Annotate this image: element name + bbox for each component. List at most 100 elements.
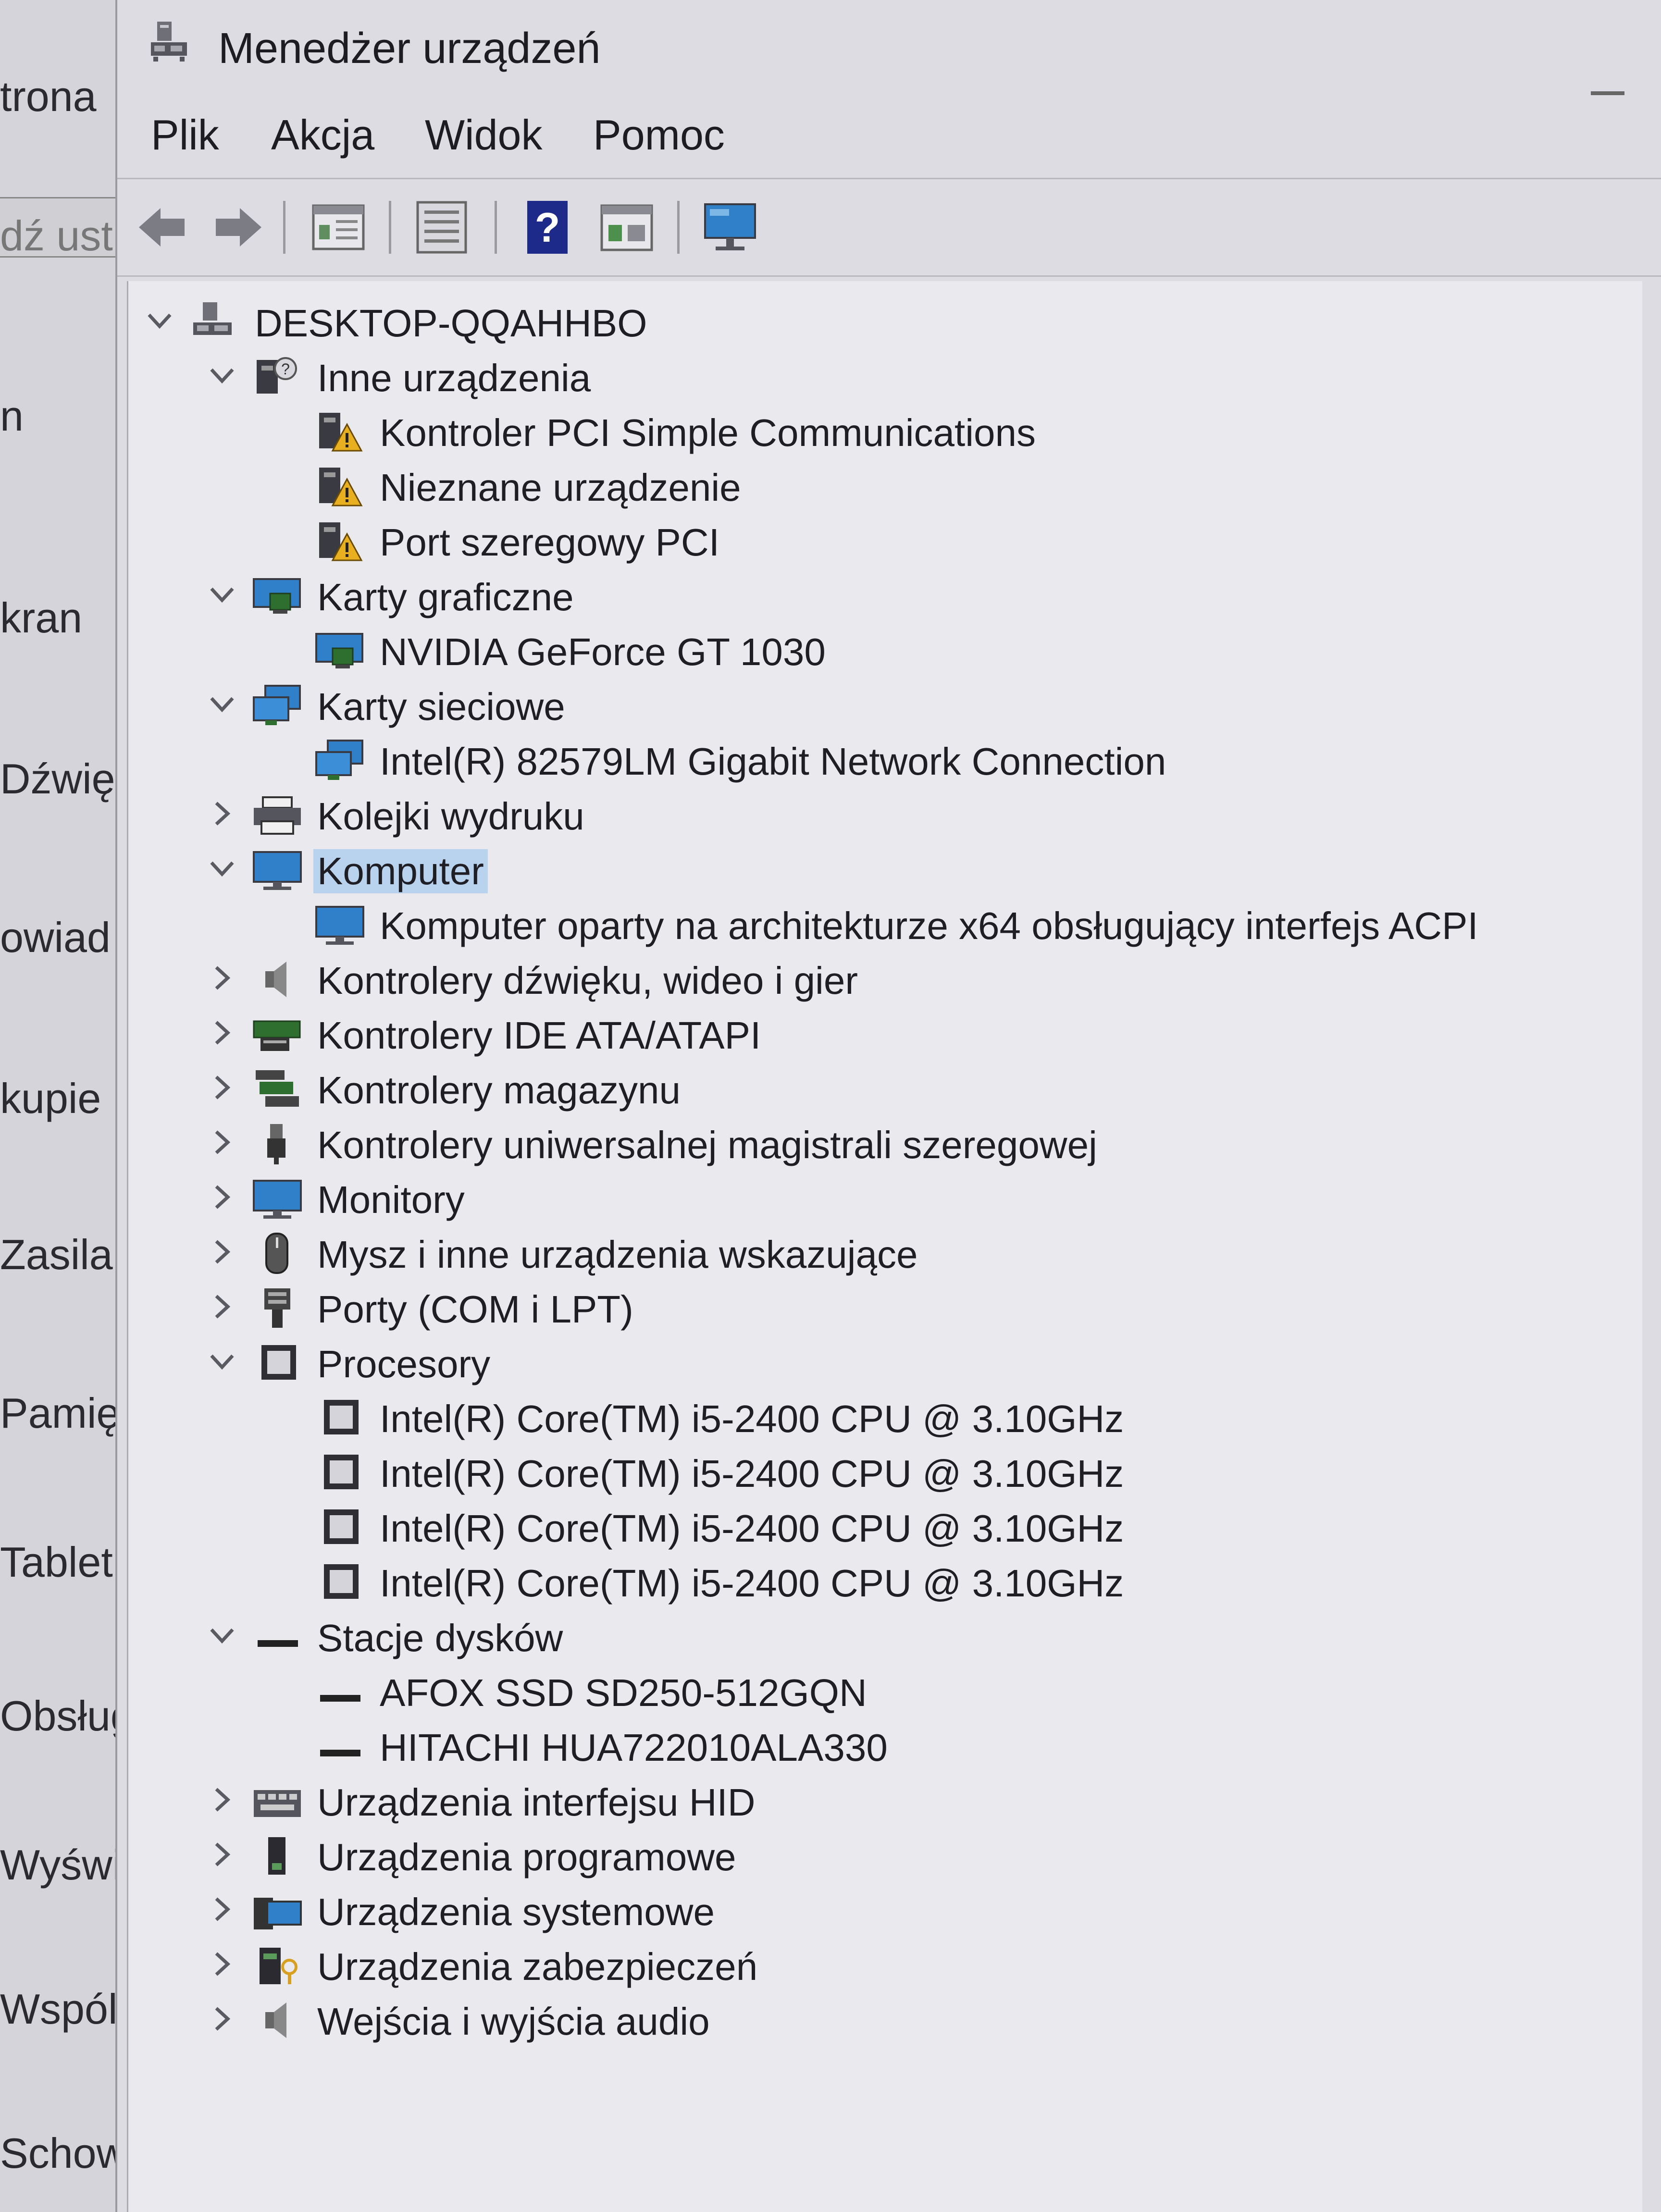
tree-category-procesory[interactable]: Procesory <box>128 1336 1618 1389</box>
chevron-right-icon[interactable] <box>208 1128 236 1157</box>
chevron-right-icon[interactable] <box>208 1785 236 1814</box>
tree-category-karty-sieciowe[interactable]: Karty sieciowe <box>128 679 1618 732</box>
tree-root-label[interactable]: DESKTOP-QQAHHBO <box>251 301 651 346</box>
chevron-down-icon[interactable] <box>208 1621 236 1650</box>
tree-device-label[interactable]: Nieznane urządzenie <box>376 466 745 510</box>
tree-device-item[interactable]: Intel(R) Core(TM) i5-2400 CPU @ 3.10GHz <box>128 1391 1618 1444</box>
tree-device-label[interactable]: Komputer oparty na architekturze x64 obs… <box>376 904 1482 948</box>
tree-category-label[interactable]: Mysz i inne urządzenia wskazujące <box>313 1233 921 1277</box>
tree-device-item[interactable]: NVIDIA GeForce GT 1030 <box>128 624 1618 677</box>
tree-category-urz-dzenia-zabezpiecze[interactable]: Urządzenia zabezpieczeń <box>128 1939 1618 1992</box>
tree-category-label[interactable]: Kolejki wydruku <box>313 794 588 839</box>
tree-device-item[interactable]: Intel(R) Core(TM) i5-2400 CPU @ 3.10GHz <box>128 1556 1618 1608</box>
chevron-down-icon[interactable] <box>208 854 236 883</box>
tree-category-kolejki-wydruku[interactable]: Kolejki wydruku <box>128 789 1618 841</box>
menu-akcja[interactable]: Akcja <box>271 111 374 160</box>
chevron-right-icon[interactable] <box>208 964 236 992</box>
chevron-down-icon[interactable] <box>208 580 236 609</box>
tree-category-karty-graficzne[interactable]: Karty graficzne <box>128 569 1618 622</box>
chevron-right-icon[interactable] <box>208 1237 236 1266</box>
update-driver-icon[interactable] <box>413 198 471 256</box>
tree-device-label[interactable]: Kontroler PCI Simple Communications <box>376 411 1040 455</box>
tree-device-label[interactable]: AFOX SSD SD250-512GQN <box>376 1671 871 1715</box>
bg-label-12[interactable]: Wspól <box>0 1985 118 2034</box>
tree-category-label[interactable]: Urządzenia systemowe <box>313 1890 719 1934</box>
bg-label-8[interactable]: Pamięć <box>0 1389 120 1438</box>
tree-category-kontrolery-magazynu[interactable]: Kontrolery magazynu <box>128 1063 1618 1115</box>
menu-widok[interactable]: Widok <box>425 111 543 160</box>
tree-category-label[interactable]: Karty sieciowe <box>313 685 569 729</box>
bg-label-1[interactable]: dź ust <box>0 211 113 260</box>
chevron-right-icon[interactable] <box>208 799 236 828</box>
properties-window-icon[interactable] <box>310 198 367 256</box>
tree-device-item[interactable]: Kontroler PCI Simple Communications <box>128 405 1618 458</box>
tree-category-label[interactable]: Kontrolery IDE ATA/ATAPI <box>313 1013 765 1058</box>
tree-category-label[interactable]: Kontrolery magazynu <box>313 1068 684 1112</box>
menu-pomoc[interactable]: Pomoc <box>593 111 725 160</box>
tree-device-label[interactable]: Intel(R) Core(TM) i5-2400 CPU @ 3.10GHz <box>376 1397 1128 1441</box>
chevron-right-icon[interactable] <box>208 1895 236 1924</box>
chevron-right-icon[interactable] <box>208 1840 236 1869</box>
forward-arrow-icon[interactable] <box>209 198 266 256</box>
tree-device-item[interactable]: Intel(R) 82579LM Gigabit Network Connect… <box>128 734 1618 787</box>
tree-category-kontrolery-d-wi-ku-wideo-i-gier[interactable]: Kontrolery dźwięku, wideo i gier <box>128 953 1618 1006</box>
chevron-right-icon[interactable] <box>208 1073 236 1102</box>
chevron-down-icon[interactable] <box>208 1347 236 1376</box>
chevron-right-icon[interactable] <box>208 1018 236 1047</box>
tree-category-komputer[interactable]: Komputer <box>128 843 1618 896</box>
bg-label-6[interactable]: kupie <box>0 1074 101 1123</box>
tree-root[interactable]: DESKTOP-QQAHHBO <box>128 296 1618 348</box>
tree-category-label[interactable]: Wejścia i wyjścia audio <box>313 2000 714 2044</box>
bg-label-10[interactable]: Obsług <box>0 1692 120 1741</box>
minimize-button[interactable] <box>1591 91 1624 95</box>
tree-category-stacje-dysk-w[interactable]: Stacje dysków <box>128 1610 1618 1663</box>
tree-category-wej-cia-i-wyj-cia-audio[interactable]: Wejścia i wyjścia audio <box>128 1994 1618 2047</box>
run-window-icon[interactable] <box>598 198 656 256</box>
tree-category-kontrolery-uniwersalnej-magistrali-szeregowej[interactable]: Kontrolery uniwersalnej magistrali szere… <box>128 1117 1618 1170</box>
tree-category-label[interactable]: Urządzenia zabezpieczeń <box>313 1945 761 1989</box>
tree-device-item[interactable]: Nieznane urządzenie <box>128 460 1618 513</box>
bg-label-11[interactable]: Wyświ <box>0 1841 120 1890</box>
tree-category-label[interactable]: Kontrolery uniwersalnej magistrali szere… <box>313 1123 1101 1167</box>
tree-device-item[interactable]: HITACHI HUA722010ALA330 <box>128 1720 1618 1773</box>
tree-device-label[interactable]: HITACHI HUA722010ALA330 <box>376 1726 892 1770</box>
tree-category-porty-com-i-lpt[interactable]: Porty (COM i LPT) <box>128 1282 1618 1335</box>
tree-category-label[interactable]: Procesory <box>313 1342 494 1386</box>
tree-category-urz-dzenia-systemowe[interactable]: Urządzenia systemowe <box>128 1884 1618 1937</box>
tree-category-label[interactable]: Porty (COM i LPT) <box>313 1287 637 1332</box>
tree-category-label[interactable]: Urządzenia programowe <box>313 1835 740 1879</box>
tree-category-label[interactable]: Urządzenia interfejsu HID <box>313 1780 759 1825</box>
chevron-right-icon[interactable] <box>208 1950 236 1978</box>
tree-category-label[interactable]: Inne urządzenia <box>313 356 595 400</box>
tree-category-mysz-i-inne-urz-dzenia-wskazuj-ce[interactable]: Mysz i inne urządzenia wskazujące <box>128 1227 1618 1280</box>
help-icon[interactable]: ? <box>519 198 576 256</box>
bg-label-3[interactable]: kran <box>0 593 82 643</box>
tree-device-label[interactable]: NVIDIA GeForce GT 1030 <box>376 630 830 674</box>
bg-label-5[interactable]: owiad <box>0 913 111 962</box>
tree-category-urz-dzenia-interfejsu-hid[interactable]: Urządzenia interfejsu HID <box>128 1775 1618 1828</box>
back-arrow-icon[interactable] <box>134 198 192 256</box>
chevron-right-icon[interactable] <box>208 2004 236 2033</box>
tree-category-monitory[interactable]: Monitory <box>128 1172 1618 1225</box>
tree-device-label[interactable]: Port szeregowy PCI <box>376 520 723 565</box>
menu-plik[interactable]: Plik <box>151 111 219 160</box>
tree-device-label[interactable]: Intel(R) 82579LM Gigabit Network Connect… <box>376 740 1170 784</box>
tree-category-inne-urz-dzenia[interactable]: ? Inne urządzenia <box>128 350 1618 403</box>
bg-label-7[interactable]: Zasilan <box>0 1230 120 1279</box>
chevron-down-icon[interactable] <box>208 690 236 718</box>
tree-category-label[interactable]: Komputer <box>313 849 488 893</box>
tree-device-item[interactable]: Intel(R) Core(TM) i5-2400 CPU @ 3.10GHz <box>128 1446 1618 1499</box>
tree-category-label[interactable]: Monitory <box>313 1178 469 1222</box>
tree-category-kontrolery-ide-ata-atapi[interactable]: Kontrolery IDE ATA/ATAPI <box>128 1008 1618 1061</box>
chevron-down-icon[interactable] <box>145 306 174 335</box>
bg-label-9[interactable]: Tablet <box>0 1538 113 1587</box>
tree-device-label[interactable]: Intel(R) Core(TM) i5-2400 CPU @ 3.10GHz <box>376 1507 1128 1551</box>
tree-category-label[interactable]: Kontrolery dźwięku, wideo i gier <box>313 959 862 1003</box>
chevron-down-icon[interactable] <box>208 361 236 390</box>
tree-device-item[interactable]: Komputer oparty na architekturze x64 obs… <box>128 898 1618 951</box>
tree-device-item[interactable]: Intel(R) Core(TM) i5-2400 CPU @ 3.10GHz <box>128 1501 1618 1554</box>
chevron-right-icon[interactable] <box>208 1292 236 1321</box>
chevron-right-icon[interactable] <box>208 1183 236 1211</box>
bg-label-4[interactable]: Dźwięk <box>0 754 120 803</box>
tree-category-urz-dzenia-programowe[interactable]: Urządzenia programowe <box>128 1829 1618 1882</box>
